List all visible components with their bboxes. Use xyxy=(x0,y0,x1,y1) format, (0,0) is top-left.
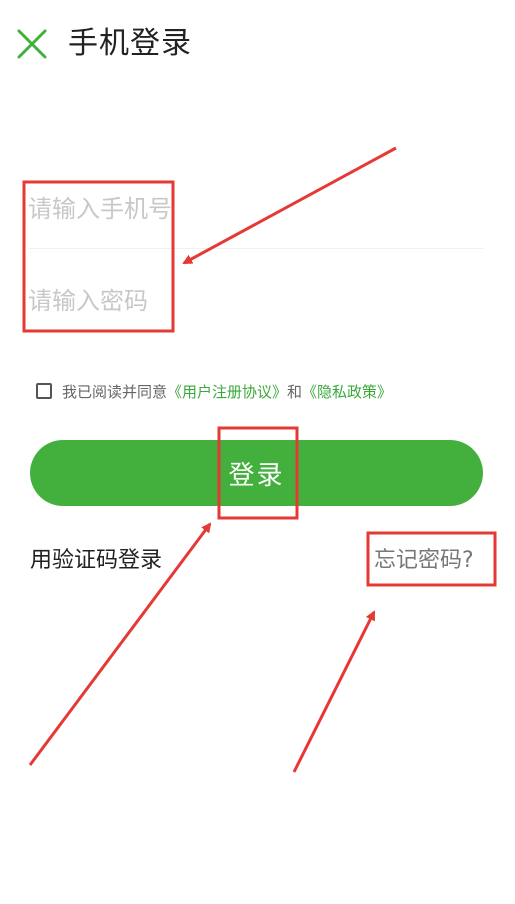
password-input[interactable] xyxy=(28,266,484,336)
phone-input[interactable] xyxy=(28,174,484,244)
privacy-policy-link[interactable]: 《隐私政策》 xyxy=(302,381,392,402)
agreement-row: 我已阅读并同意 《用户注册协议》 和 《隐私政策》 xyxy=(36,378,392,404)
phone-field[interactable] xyxy=(28,174,484,244)
header: 手机登录 xyxy=(0,0,515,90)
password-field[interactable] xyxy=(28,266,484,336)
login-button[interactable]: 登录 xyxy=(30,440,483,506)
sms-login-link[interactable]: 用验证码登录 xyxy=(30,542,162,574)
close-icon[interactable] xyxy=(14,26,50,62)
agreement-conjunction: 和 xyxy=(287,382,303,401)
forgot-password-link[interactable]: 忘记密码? xyxy=(374,542,474,574)
annotation-arrow-forgot xyxy=(292,610,376,773)
agreement-prefix: 我已阅读并同意 xyxy=(62,382,168,401)
user-agreement-link[interactable]: 《用户注册协议》 xyxy=(167,381,287,402)
field-divider xyxy=(28,248,484,249)
agreement-checkbox[interactable] xyxy=(36,383,52,399)
page-title: 手机登录 xyxy=(68,26,192,61)
